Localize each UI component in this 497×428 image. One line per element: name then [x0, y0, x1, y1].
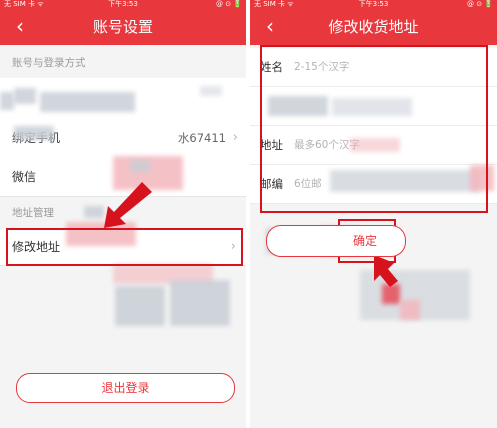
highlight-box: [6, 228, 243, 266]
mosaic-blur: [115, 286, 165, 326]
mosaic-blur: [400, 300, 420, 320]
mosaic-blur: [40, 92, 135, 112]
nav-bar: ‹ 账号设置: [0, 9, 246, 45]
logout-button[interactable]: 退出登录: [16, 373, 235, 403]
status-bar: 无 SIM 卡 ᯤ 下午3:53 @ ⊙ 🔋: [0, 0, 246, 9]
mosaic-blur: [170, 280, 230, 326]
status-time: 下午3:53: [108, 0, 138, 8]
page-title: 修改收货地址: [328, 18, 419, 36]
mosaic-blur: [200, 86, 222, 96]
status-bar: 无 SIM 卡 ᯤ 下午3:53 @ ⊙ 🔋: [250, 0, 497, 9]
confirm-label: 确定: [353, 234, 378, 248]
mosaic-blur: [0, 92, 14, 110]
mosaic-blur: [130, 160, 150, 172]
wechat-row-label: 微信: [12, 170, 37, 184]
page-title: 账号设置: [92, 18, 153, 36]
section-header-login: 账号与登录方式: [12, 57, 86, 69]
confirm-button[interactable]: 确定: [266, 225, 406, 257]
mosaic-blur: [14, 126, 54, 140]
back-button[interactable]: ‹: [10, 9, 30, 45]
phone-row-value: 水67411: [177, 131, 226, 145]
account-settings-screen: 无 SIM 卡 ᯤ 下午3:53 @ ⊙ 🔋 ‹ 账号设置 账号与登录方式 绑定…: [0, 0, 246, 428]
status-time: 下午3:53: [358, 0, 389, 8]
status-icons: @ ⊙ 🔋: [215, 0, 242, 8]
mosaic-blur: [14, 88, 36, 104]
back-button[interactable]: ‹: [260, 9, 280, 45]
edit-address-screen: 无 SIM 卡 ᯤ 下午3:53 @ ⊙ 🔋 ‹ 修改收货地址 姓名 2-15个…: [250, 0, 497, 428]
status-icons: @ ⊙ 🔋: [466, 0, 493, 8]
highlight-box: [260, 45, 488, 213]
nav-bar: ‹ 修改收货地址: [250, 9, 497, 45]
chevron-right-icon: ›: [232, 130, 238, 145]
